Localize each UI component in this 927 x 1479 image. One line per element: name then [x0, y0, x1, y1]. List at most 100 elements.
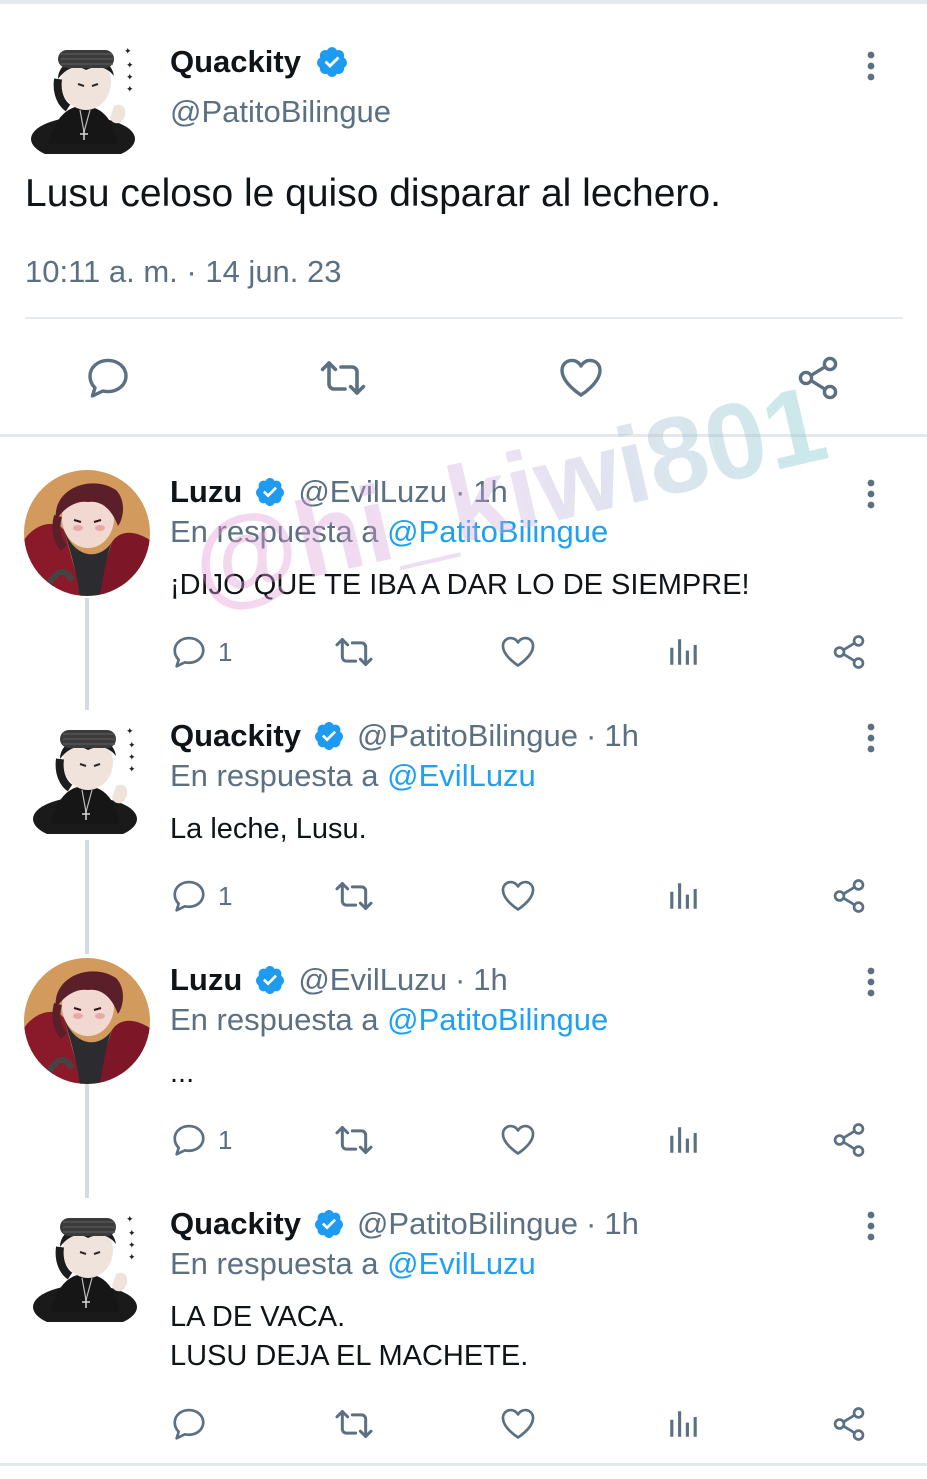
share-action[interactable]	[830, 632, 868, 672]
relative-time[interactable]: 1h	[604, 718, 638, 754]
like-icon[interactable]	[499, 877, 537, 915]
in-reply-prefix: En respuesta a	[170, 514, 379, 549]
stats-action[interactable]	[666, 1404, 700, 1444]
avatar-luzu[interactable]	[24, 470, 150, 596]
like-icon[interactable]	[499, 1121, 537, 1159]
in-reply-link[interactable]: @PatitoBilingue	[387, 1002, 608, 1037]
relative-time[interactable]: 1h	[604, 1206, 638, 1242]
verified-badge-icon	[254, 964, 286, 996]
in-reply-to: En respuesta a @PatitoBilingue	[170, 514, 608, 550]
more-options-icon[interactable]	[866, 966, 876, 998]
in-reply-prefix: En respuesta a	[170, 758, 379, 793]
more-options-icon[interactable]	[866, 722, 876, 754]
like-action[interactable]	[499, 632, 537, 672]
reply-icon[interactable]	[170, 877, 208, 915]
more-options-icon[interactable]	[866, 478, 876, 510]
share-action[interactable]	[830, 876, 868, 916]
in-reply-link[interactable]: @EvilLuzu	[387, 758, 536, 793]
more-options-icon[interactable]	[866, 50, 876, 82]
author-handle[interactable]: @EvilLuzu	[298, 962, 447, 998]
in-reply-link[interactable]: @EvilLuzu	[387, 1246, 536, 1281]
share-icon[interactable]	[830, 1405, 868, 1443]
stats-action[interactable]	[666, 632, 700, 672]
reply-tweet[interactable]: Luzu @EvilLuzu · 1h En respuesta a @Pati…	[0, 958, 927, 1198]
stats-icon[interactable]	[666, 879, 700, 913]
main-tweet-author[interactable]: Quackity	[170, 44, 349, 80]
stats-icon[interactable]	[666, 635, 700, 669]
reply-action[interactable]: 1	[170, 632, 232, 672]
reply-action[interactable]: 1	[170, 1120, 232, 1160]
thread-line	[85, 598, 89, 710]
share-action[interactable]	[830, 1404, 868, 1444]
retweet-icon[interactable]	[334, 1404, 374, 1444]
reply-action[interactable]	[170, 1404, 218, 1444]
retweet-action[interactable]	[334, 1404, 374, 1444]
share-icon[interactable]	[830, 633, 868, 671]
stats-icon[interactable]	[666, 1123, 700, 1157]
like-icon[interactable]	[557, 354, 605, 402]
main-tweet: Quackity @PatitoBilingue Lusu celoso le …	[0, 4, 927, 436]
retweet-action[interactable]	[334, 632, 374, 672]
bottom-border	[0, 1463, 927, 1466]
share-icon[interactable]	[830, 1121, 868, 1159]
reply-icon[interactable]	[170, 1405, 208, 1443]
separator-dot: ·	[454, 962, 466, 997]
author-name[interactable]: Luzu	[170, 962, 242, 998]
tweet-timestamp[interactable]: 10:11 a. m. · 14 jun. 23	[25, 254, 342, 290]
author-name[interactable]: Luzu	[170, 474, 242, 510]
author-handle[interactable]: @EvilLuzu	[298, 474, 447, 510]
avatar-quackity[interactable]	[30, 1202, 142, 1322]
retweet-icon[interactable]	[334, 632, 374, 672]
reply-text: LA DE VACA. LUSU DEJA EL MACHETE.	[170, 1298, 528, 1376]
share-icon[interactable]	[794, 354, 842, 402]
reply-text: ...	[170, 1057, 195, 1089]
more-options-icon[interactable]	[866, 1210, 876, 1242]
retweet-icon[interactable]	[334, 876, 374, 916]
retweet-icon[interactable]	[334, 1120, 374, 1160]
verified-badge-icon	[313, 1208, 345, 1240]
relative-time[interactable]: 1h	[473, 474, 507, 510]
avatar-quackity[interactable]	[28, 34, 140, 154]
author-name[interactable]: Quackity	[170, 1206, 301, 1242]
reply-icon[interactable]	[170, 633, 208, 671]
avatar-luzu[interactable]	[24, 958, 150, 1084]
reply-tweet[interactable]: Quackity @PatitoBilingue · 1h En respues…	[0, 714, 927, 954]
in-reply-to: En respuesta a @PatitoBilingue	[170, 1002, 608, 1038]
reply-header: Quackity @PatitoBilingue · 1h	[170, 718, 639, 754]
reply-count: 1	[218, 1124, 233, 1155]
stats-action[interactable]	[666, 876, 700, 916]
separator-dot: ·	[454, 474, 466, 509]
reply-icon[interactable]	[84, 354, 132, 402]
verified-badge-icon	[254, 476, 286, 508]
author-name[interactable]: Quackity	[170, 44, 301, 80]
reply-text-line: LA DE VACA.	[170, 1301, 346, 1333]
retweet-action[interactable]	[334, 1120, 374, 1160]
retweet-icon[interactable]	[319, 354, 367, 402]
author-handle[interactable]: @PatitoBilingue	[357, 1206, 578, 1242]
avatar-quackity[interactable]	[30, 714, 142, 834]
like-icon[interactable]	[499, 1405, 537, 1443]
separator-dot: ·	[586, 1206, 597, 1241]
like-action[interactable]	[499, 1120, 537, 1160]
author-handle[interactable]: @PatitoBilingue	[357, 718, 578, 754]
like-action[interactable]	[499, 1404, 537, 1444]
share-icon[interactable]	[830, 877, 868, 915]
share-action[interactable]	[830, 1120, 868, 1160]
like-icon[interactable]	[499, 633, 537, 671]
reply-header: Luzu @EvilLuzu · 1h	[170, 962, 508, 998]
retweet-action[interactable]	[334, 876, 374, 916]
like-action[interactable]	[499, 876, 537, 916]
author-name[interactable]: Quackity	[170, 718, 301, 754]
reply-action[interactable]: 1	[170, 876, 232, 916]
reply-tweet[interactable]: Quackity @PatitoBilingue · 1h En respues…	[0, 1202, 927, 1462]
stats-action[interactable]	[666, 1120, 700, 1160]
in-reply-prefix: En respuesta a	[170, 1002, 379, 1037]
relative-time[interactable]: 1h	[473, 962, 507, 998]
in-reply-link[interactable]: @PatitoBilingue	[387, 514, 608, 549]
author-handle[interactable]: @PatitoBilingue	[170, 94, 391, 130]
reply-text: ¡DIJO QUE TE IBA A DAR LO DE SIEMPRE!	[170, 569, 750, 601]
reply-text-line: LUSU DEJA EL MACHETE.	[170, 1340, 529, 1372]
stats-icon[interactable]	[666, 1407, 700, 1441]
reply-tweet[interactable]: Luzu @EvilLuzu · 1h En respuesta a @Pati…	[0, 470, 927, 710]
reply-icon[interactable]	[170, 1121, 208, 1159]
